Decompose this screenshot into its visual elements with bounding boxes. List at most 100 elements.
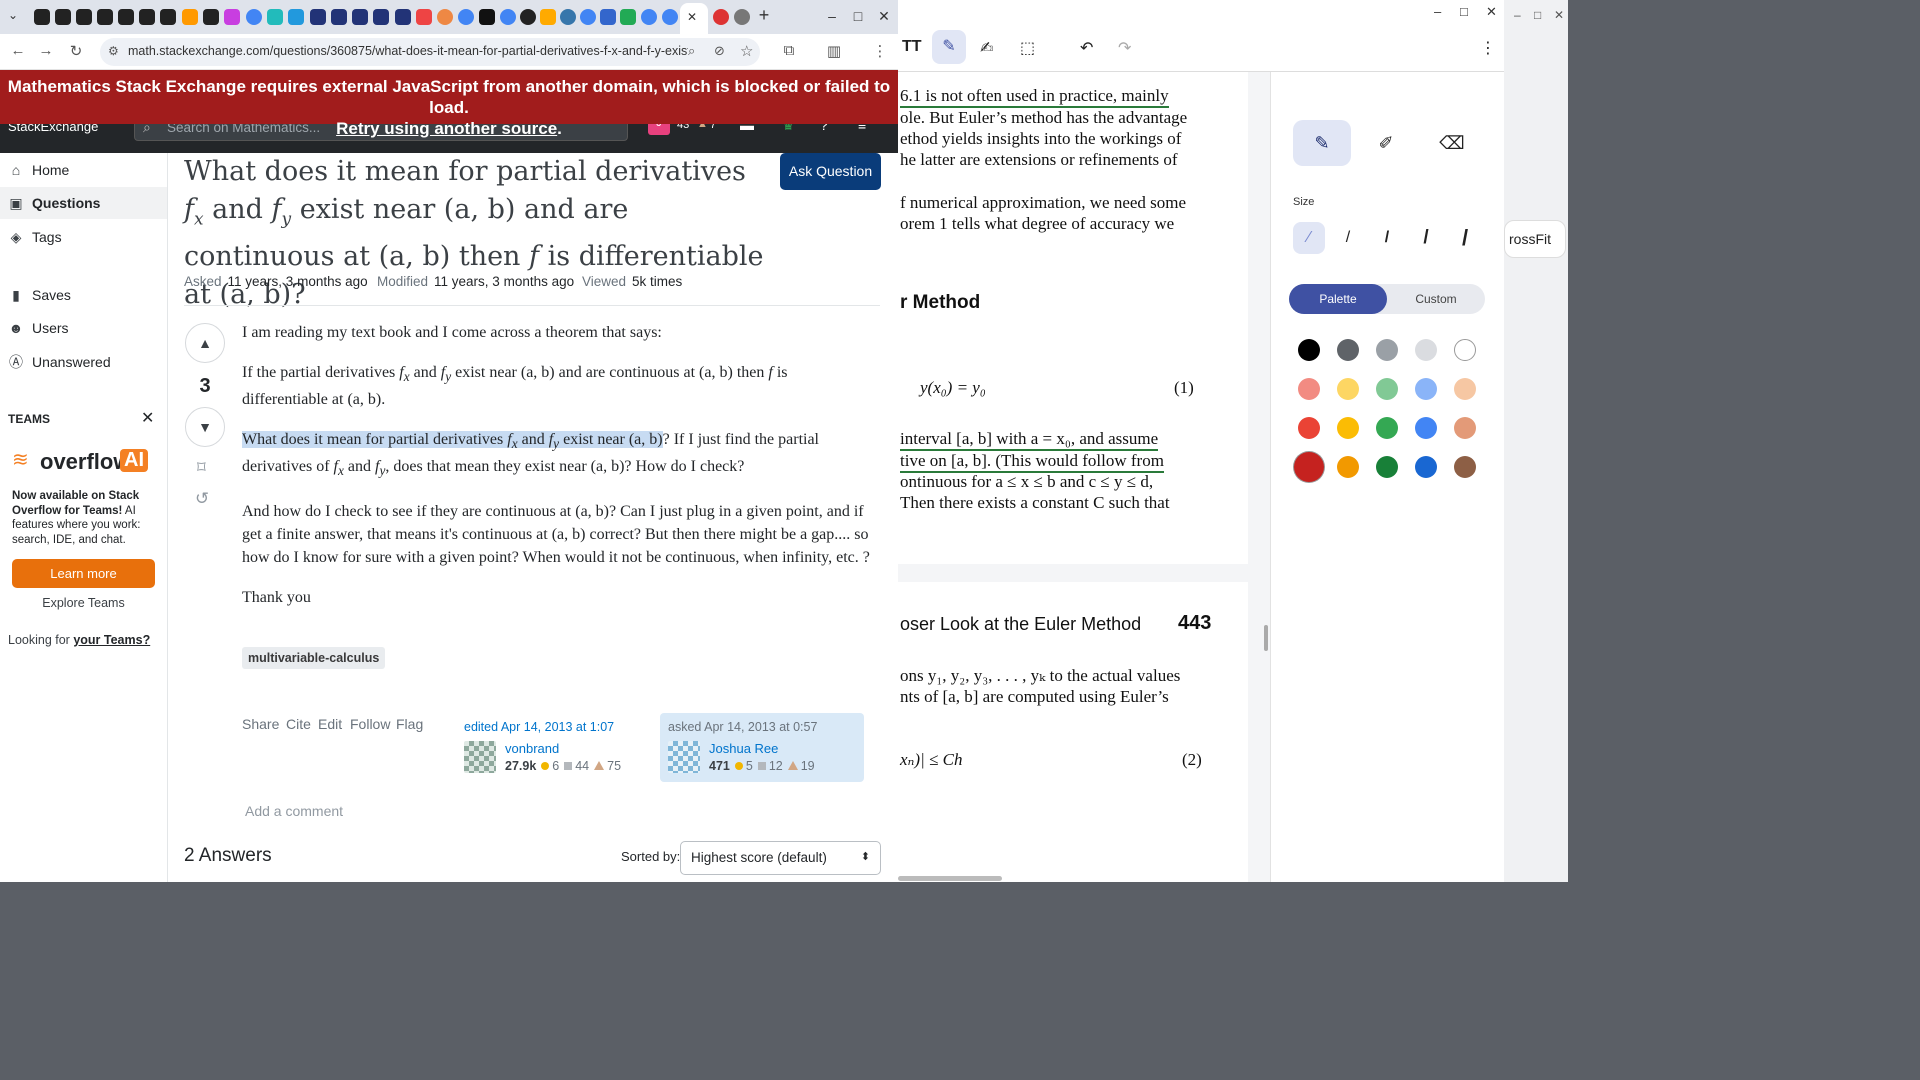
redo-icon[interactable]: ↷ <box>1118 38 1131 58</box>
editor-name[interactable]: vonbrand <box>505 741 559 756</box>
flag-link[interactable]: Flag <box>396 716 423 732</box>
color-swatch[interactable] <box>1337 456 1359 478</box>
minimize-button[interactable]: – <box>1434 4 1441 19</box>
tab-favicon[interactable] <box>267 9 283 25</box>
tab-favicon[interactable] <box>560 9 576 25</box>
tab-active[interactable]: ✕ <box>680 3 708 34</box>
upvote-button[interactable]: ▲ <box>185 323 225 363</box>
back-icon[interactable]: ← <box>8 42 28 59</box>
learn-more-button[interactable]: Learn more <box>12 559 155 588</box>
signature-tool-icon[interactable]: ✍ <box>980 38 993 58</box>
tab-search-icon[interactable]: ⌄ <box>8 8 24 24</box>
reading-mode-icon[interactable]: ▥ <box>824 42 844 60</box>
color-swatch[interactable] <box>1294 452 1324 482</box>
window-close-button[interactable]: ✕ <box>874 8 894 25</box>
color-swatch[interactable] <box>1454 417 1476 439</box>
window-close-button[interactable]: ✕ <box>1554 8 1564 22</box>
tab-favicon[interactable] <box>416 9 432 25</box>
tab-favicon[interactable] <box>734 9 750 25</box>
size-option-4[interactable]: / <box>1410 222 1442 254</box>
size-option-1[interactable]: ⁄ <box>1293 222 1325 254</box>
tab-favicon[interactable] <box>540 9 556 25</box>
tab-close-icon[interactable]: ✕ <box>687 10 697 24</box>
size-option-3[interactable]: / <box>1371 222 1403 254</box>
cite-link[interactable]: Cite <box>286 716 311 732</box>
tab-favicon[interactable] <box>288 9 304 25</box>
color-swatch[interactable] <box>1337 417 1359 439</box>
text-tool-icon[interactable]: TT <box>902 38 922 56</box>
sort-select[interactable]: Highest score (default) ⬍ <box>680 841 881 875</box>
tab-favicon[interactable] <box>310 9 326 25</box>
color-swatch[interactable] <box>1298 378 1320 400</box>
color-swatch[interactable] <box>1415 378 1437 400</box>
eye-off-icon[interactable]: ⊘ <box>714 43 725 59</box>
close-teams-icon[interactable]: ✕ <box>141 408 154 428</box>
selected-text[interactable]: What does it mean for partial derivative… <box>242 431 663 451</box>
color-swatch[interactable] <box>1454 339 1476 361</box>
sidebar-item-home[interactable]: ⌂ Home <box>8 158 70 182</box>
tab-favicon[interactable] <box>97 9 113 25</box>
zoom-icon[interactable]: ⌕ <box>688 43 695 59</box>
share-link[interactable]: Share <box>242 716 279 732</box>
sidebar-item-unanswered[interactable]: Ⓐ Unanswered <box>8 350 111 374</box>
tab-favicon[interactable] <box>662 9 678 25</box>
tab-favicon[interactable] <box>520 9 536 25</box>
url-text[interactable]: math.stackexchange.com/questions/360875/… <box>128 44 688 58</box>
side-tab-crossfit[interactable]: rossFit <box>1504 220 1566 258</box>
avatar[interactable] <box>668 741 700 773</box>
custom-tab[interactable]: Custom <box>1387 284 1485 314</box>
follow-link[interactable]: Follow <box>350 716 390 732</box>
color-swatch[interactable] <box>1454 378 1476 400</box>
tab-favicon[interactable] <box>620 9 636 25</box>
ask-question-button[interactable]: Ask Question <box>780 153 881 190</box>
tag-multivariable-calculus[interactable]: multivariable-calculus <box>242 647 386 669</box>
tab-favicon[interactable] <box>373 9 389 25</box>
color-swatch[interactable] <box>1376 339 1398 361</box>
highlighter-tool-button[interactable]: ✐ <box>1357 120 1415 166</box>
horizontal-scrollbar[interactable] <box>898 876 1002 881</box>
asker-name[interactable]: Joshua Ree <box>709 741 778 756</box>
extensions-icon[interactable]: ⧉ <box>779 42 799 59</box>
color-swatch[interactable] <box>1337 378 1359 400</box>
pen-tool-button[interactable]: ✎ <box>1293 120 1351 166</box>
color-swatch[interactable] <box>1415 417 1437 439</box>
tab-favicon[interactable] <box>713 9 729 25</box>
tab-favicon[interactable] <box>34 9 50 25</box>
tab-favicon[interactable] <box>641 9 657 25</box>
color-swatch[interactable] <box>1454 456 1476 478</box>
downvote-button[interactable]: ▼ <box>185 407 225 447</box>
color-swatch[interactable] <box>1298 339 1320 361</box>
minimize-button[interactable]: – <box>822 8 842 24</box>
size-option-5[interactable]: / <box>1449 222 1481 254</box>
reload-icon[interactable]: ↻ <box>66 42 86 60</box>
explore-teams-link[interactable]: Explore Teams <box>12 596 155 610</box>
tab-favicon[interactable] <box>246 9 262 25</box>
tab-favicon[interactable] <box>395 9 411 25</box>
window-close-button[interactable]: ✕ <box>1486 4 1497 20</box>
forward-icon[interactable]: → <box>36 42 56 59</box>
color-swatch[interactable] <box>1376 378 1398 400</box>
color-swatch[interactable] <box>1376 456 1398 478</box>
color-swatch[interactable] <box>1415 456 1437 478</box>
sidebar-item-tags[interactable]: ◈ Tags <box>8 225 62 249</box>
tab-favicon[interactable] <box>118 9 134 25</box>
tab-favicon[interactable] <box>203 9 219 25</box>
tab-favicon[interactable] <box>331 9 347 25</box>
tab-favicon[interactable] <box>437 9 453 25</box>
palette-tab[interactable]: Palette <box>1289 284 1387 314</box>
site-info-icon[interactable]: ⚙ <box>108 44 119 58</box>
color-swatch[interactable] <box>1337 339 1359 361</box>
eraser-tool-button[interactable]: ⌫ <box>1423 120 1481 166</box>
sidebar-item-users[interactable]: ☻ Users <box>8 316 69 340</box>
maximize-button[interactable]: □ <box>848 8 868 24</box>
question-title[interactable]: What does it mean for partial derivative… <box>184 153 764 314</box>
panel-resize-handle[interactable] <box>1264 625 1268 651</box>
add-comment-link[interactable]: Add a comment <box>245 803 343 819</box>
tab-favicon[interactable] <box>479 9 495 25</box>
sidebar-item-saves[interactable]: ▮ Saves <box>8 283 71 307</box>
select-area-icon[interactable]: ⬚ <box>1020 38 1035 58</box>
minimize-button[interactable]: – <box>1514 8 1521 22</box>
color-swatch[interactable] <box>1376 417 1398 439</box>
tab-favicon[interactable] <box>500 9 516 25</box>
color-swatch[interactable] <box>1298 417 1320 439</box>
